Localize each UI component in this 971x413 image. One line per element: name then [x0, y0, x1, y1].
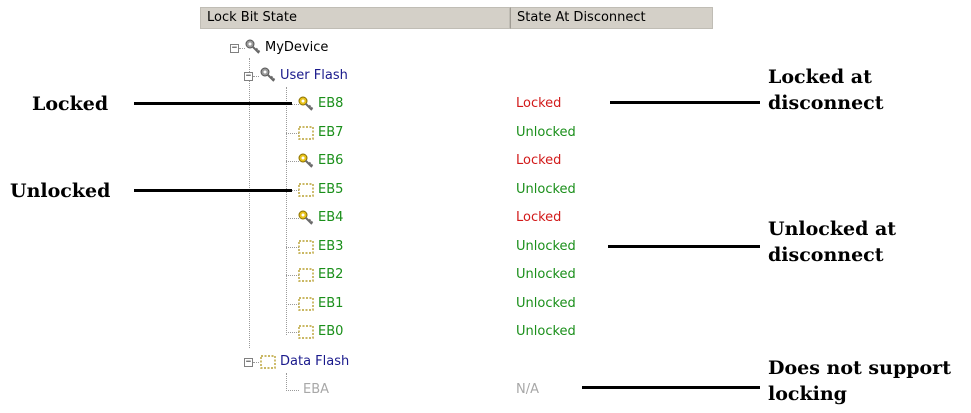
block-name: EB8 [318, 96, 344, 111]
tree-node-block[interactable]: EB8 Locked [286, 93, 606, 115]
annotation-no-locking: Does not support locking [768, 355, 951, 407]
collapse-toggle-icon[interactable]: − [244, 72, 253, 81]
block-state: N/A [516, 382, 539, 397]
block-state: Locked [516, 96, 562, 111]
annotation-line: Unlocked at [768, 218, 897, 240]
block-name: EB7 [318, 124, 344, 140]
block-state: Unlocked [516, 124, 576, 140]
tree-node-mydevice[interactable]: − MyDevice [230, 37, 490, 59]
tree-node-user-flash[interactable]: − User Flash [240, 65, 500, 87]
key-icon [259, 66, 277, 84]
collapse-toggle-icon[interactable]: − [230, 44, 239, 53]
annotation-locked: Locked [32, 93, 109, 115]
block-name: EBA [303, 382, 330, 397]
key-icon [297, 152, 315, 170]
block-state: Unlocked [516, 238, 576, 254]
block-state: Unlocked [516, 181, 576, 197]
tree-node-label: MyDevice [265, 40, 329, 55]
tree-node-block[interactable]: EB5 Unlocked [286, 179, 606, 201]
annotation-line: Does not support [768, 357, 951, 379]
block-state: Locked [516, 153, 562, 168]
block-name: EB0 [318, 324, 344, 339]
tree-node-block[interactable]: EB6 Locked [286, 150, 606, 172]
tree-line [286, 390, 299, 391]
pointer-line [134, 102, 292, 105]
pointer-line [610, 101, 760, 104]
block-state: Locked [516, 210, 562, 225]
tree-node-label: Data Flash [280, 354, 350, 369]
pointer-line [582, 386, 760, 389]
pointer-line [134, 189, 292, 192]
unlocked-box-icon [297, 295, 315, 313]
tree-node-block[interactable]: EB3 Unlocked [286, 236, 606, 258]
tree-node-eba[interactable]: EBA N/A [286, 379, 606, 401]
block-state: Unlocked [516, 295, 576, 311]
annotation-line: Locked at [768, 66, 872, 88]
column-header-lock-bit-state[interactable]: Lock Bit State [200, 7, 510, 29]
unlocked-box-icon [297, 124, 315, 142]
block-name: EB3 [318, 238, 344, 254]
tree-node-label: User Flash [280, 68, 348, 83]
unlocked-box-icon [297, 238, 315, 256]
key-icon [297, 209, 315, 227]
tree-node-block[interactable]: EB0 Unlocked [286, 321, 606, 343]
block-state: Unlocked [516, 267, 576, 282]
tree-node-block[interactable]: EB2 Unlocked [286, 264, 606, 286]
key-icon [297, 95, 315, 113]
column-header-state-at-disconnect[interactable]: State At Disconnect [510, 7, 713, 29]
unlocked-box-icon [259, 353, 277, 371]
block-name: EB5 [318, 181, 344, 197]
block-name: EB6 [318, 153, 344, 168]
unlocked-box-icon [297, 266, 315, 284]
tree-node-block[interactable]: EB1 Unlocked [286, 293, 606, 315]
annotation-unlocked: Unlocked [10, 180, 111, 202]
tree-node-block[interactable]: EB4 Locked [286, 207, 606, 229]
annotation-line: disconnect [768, 244, 884, 266]
unlocked-box-icon [297, 323, 315, 341]
key-icon [244, 38, 262, 56]
block-name: EB1 [318, 295, 344, 311]
block-state: Unlocked [516, 324, 576, 339]
annotation-line: disconnect [768, 92, 884, 114]
annotation-unlocked-at-disconnect: Unlocked at disconnect [768, 216, 896, 268]
block-name: EB4 [318, 210, 344, 225]
unlocked-box-icon [297, 181, 315, 199]
annotation-line: locking [768, 383, 847, 405]
annotation-locked-at-disconnect: Locked at disconnect [768, 64, 884, 116]
block-name: EB2 [318, 267, 344, 282]
pointer-line [608, 245, 760, 248]
tree-node-block[interactable]: EB7 Unlocked [286, 122, 606, 144]
tree-node-data-flash[interactable]: − Data Flash [240, 351, 500, 373]
collapse-toggle-icon[interactable]: − [244, 358, 253, 367]
